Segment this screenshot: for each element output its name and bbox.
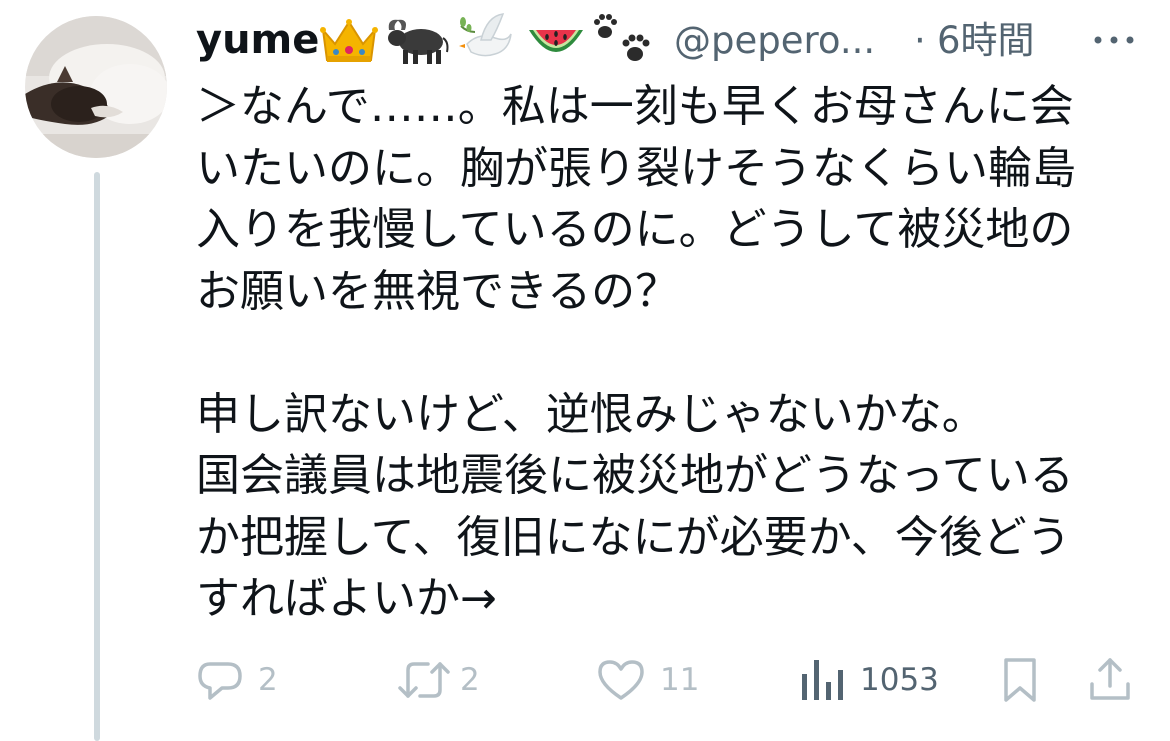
views-icon [802,660,843,700]
tweet[interactable]: yume @pepero... · 6時間 ＞なんで……。私は一刻も早くお母さん… [0,0,1170,741]
retweet-button[interactable]: 2 [396,652,486,708]
avatar[interactable] [25,16,167,158]
tweet-text-line: 国会議員は地震後に被災地がどうなっている [196,450,1074,501]
tweet-text-line: ＞なんで……。私は一刻も早くお母さんに会 [196,81,1074,132]
tweet-text-line: すればよいか→ [196,573,497,624]
display-name[interactable]: yume [196,16,319,64]
timestamp[interactable]: 6時間 [937,19,1035,63]
paw-prints-emoji [591,10,657,70]
views-button[interactable]: 1053 [800,652,960,708]
bookmark-button[interactable] [998,652,1048,708]
bookmark-icon [1004,658,1036,702]
reply-count: 2 [258,662,278,698]
tweet-text-line: お願いを無視できるの？ [196,265,680,317]
reply-icon [198,662,242,700]
watermelon-emoji [525,10,587,70]
more-options-icon[interactable] [1092,30,1136,50]
retweet-count: 2 [460,662,480,698]
author-handle[interactable]: @pepero... [674,19,875,63]
tweet-header: yume @pepero... · 6時間 [196,10,1146,70]
action-bar: 2 2 11 1053 [196,652,1146,712]
crown-emoji [319,10,379,70]
tweet-text-line: 入りを我慢しているのに。どうして被災地の [196,204,1074,255]
tweet-text-line: いたいのに。胸が張り裂けそうなくらい輪島 [196,142,1076,194]
thread-line [94,172,100,741]
share-icon [1090,658,1130,700]
like-button[interactable]: 11 [596,652,700,708]
share-button[interactable] [1088,652,1138,708]
reply-button[interactable]: 2 [196,652,286,708]
cat-avatar-image [25,16,167,158]
dove-emoji [457,10,517,70]
views-count: 1053 [860,662,939,698]
tweet-text: ＞なんで……。私は一刻も早くお母さんに会 いたいのに。胸が張り裂けそうなくらい輪… [196,76,1096,630]
like-count: 11 [660,662,700,698]
water-buffalo-emoji [385,10,451,70]
separator-dot: · [914,19,926,62]
tweet-text-line: 申し訳ないけど、逆恨みじゃないかな。 [196,388,986,440]
heart-icon [598,660,644,700]
retweet-icon [398,662,450,698]
tweet-text-line: か把握して、復旧になにが必要か、今後どう [196,511,1071,563]
